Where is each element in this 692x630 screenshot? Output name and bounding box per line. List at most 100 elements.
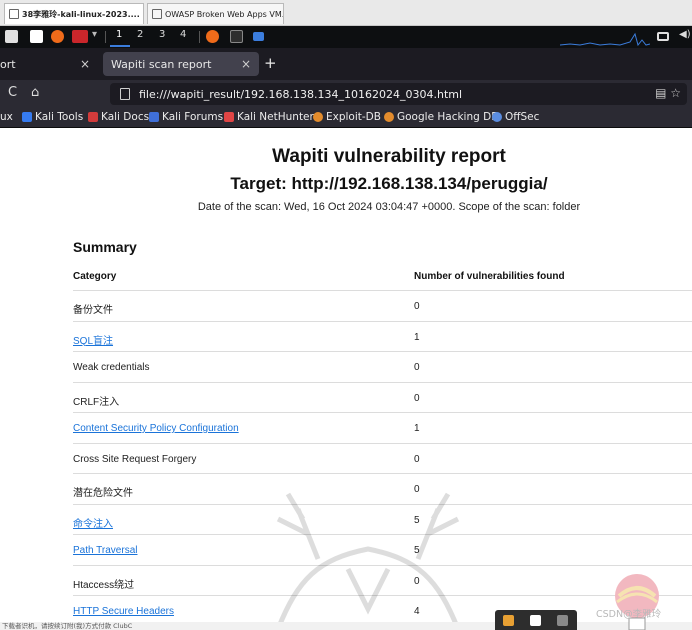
bookmark-kali-tools[interactable]: Kali Tools (22, 111, 83, 123)
count-cell: 0 (414, 362, 420, 373)
table-row: Cross Site Request Forgery 0 (73, 444, 692, 474)
tray-app-icon[interactable] (503, 615, 514, 626)
kali-icon (22, 112, 32, 122)
category-cell: CRLF注入 (73, 396, 120, 408)
category-cell: 潜在危险文件 (73, 488, 133, 499)
workspace-1[interactable]: 1 (116, 29, 122, 40)
host-tab-owasp[interactable]: OWASP Broken Web Apps VM... × (147, 3, 284, 24)
bookmark-offsec[interactable]: OffSec (492, 111, 539, 123)
files-icon[interactable] (5, 30, 18, 43)
kali-top-panel: ▾ 1 2 3 4 ◀) (0, 26, 692, 48)
close-tab-icon[interactable]: × (80, 57, 90, 71)
display-icon[interactable] (657, 32, 669, 41)
host-tab-title: 38李雅玲-kali-linux-2023.... (22, 9, 140, 19)
watermark-deer-logo (275, 492, 461, 630)
folder-icon[interactable] (253, 32, 264, 41)
cpu-graph-icon (559, 30, 651, 47)
bookmark-kali-nethunter[interactable]: Kali NetHunter (224, 111, 314, 123)
summary-table-header: Category Number of vulnerabilities found (73, 269, 692, 291)
report-title: Wapiti vulnerability report (272, 146, 506, 167)
workspace-2[interactable]: 2 (137, 29, 143, 40)
category-cell: Htaccess绕过 (73, 579, 135, 591)
bookmarks-toolbar: ux Kali Tools Kali Docs Kali Forums Kali… (0, 108, 692, 128)
kali-menu-icon[interactable] (72, 30, 88, 43)
text-editor-icon[interactable] (30, 30, 43, 43)
corner-watermark-text: CSDN@李雅玲 (596, 609, 662, 620)
host-tab-title: OWASP Broken Web Apps VM... (165, 9, 284, 19)
workspace-4[interactable]: 4 (180, 29, 186, 40)
speaker-icon[interactable]: ◀) (679, 29, 691, 40)
ghdb-icon (384, 112, 394, 122)
panel-separator (199, 31, 200, 43)
terminal-icon[interactable] (230, 30, 243, 43)
tab-title: ort (0, 57, 16, 71)
table-row: CRLF注入 0 (73, 383, 692, 413)
table-row: Weak credentials 0 (73, 352, 692, 383)
bookmark-exploit-db[interactable]: Exploit-DB (313, 111, 381, 123)
category-link[interactable]: 命令注入 (73, 515, 113, 530)
close-icon[interactable]: × (143, 10, 144, 19)
url-bar[interactable]: file:///wapiti_result/192.168.138.134_10… (110, 83, 687, 105)
column-header-count: Number of vulnerabilities found (414, 271, 565, 282)
table-row: Content Security Policy Configuration 1 (73, 413, 692, 444)
bookmark-label: Exploit-DB (326, 111, 381, 123)
active-workspace-indicator (110, 45, 130, 47)
navigation-bar: C ⌂ file:///wapiti_result/192.168.138.13… (0, 80, 692, 108)
panel-separator (105, 31, 106, 43)
bookmark-label: ux (0, 111, 13, 123)
tray-mute-icon[interactable] (557, 615, 568, 626)
bookmark-label: Kali Tools (35, 111, 84, 123)
tray-shield-icon[interactable] (530, 615, 541, 626)
host-tab-strip: 38李雅玲-kali-linux-2023.... × OWASP Broken… (0, 0, 692, 26)
bookmark-ghdb[interactable]: Google Hacking DB (384, 111, 498, 123)
category-cell: 备份文件 (73, 305, 113, 316)
forums-icon (149, 112, 159, 122)
host-tab-kali[interactable]: 38李雅玲-kali-linux-2023.... × (4, 3, 144, 24)
close-tab-icon[interactable]: × (241, 57, 251, 71)
offsec-icon (492, 112, 502, 122)
vm-icon (152, 9, 162, 19)
category-cell: Weak credentials (73, 362, 150, 373)
nethunter-icon (224, 112, 234, 122)
browser-tab-wapiti[interactable]: Wapiti scan report × (103, 52, 259, 76)
new-tab-button[interactable]: + (264, 54, 277, 72)
bookmark-label: Kali Docs (101, 111, 150, 123)
bookmark-kali-forums[interactable]: Kali Forums (149, 111, 223, 123)
scan-meta: Date of the scan: Wed, 16 Oct 2024 03:04… (197, 201, 581, 213)
bookmark-label: OffSec (505, 111, 540, 123)
category-cell: Cross Site Request Forgery (73, 453, 197, 465)
count-cell: 0 (414, 301, 420, 312)
browser-tab-previous[interactable]: ort × (0, 52, 98, 76)
category-link[interactable]: SQL盲注 (73, 332, 113, 347)
bookmark-label: Google Hacking DB (397, 111, 499, 123)
home-icon[interactable]: ⌂ (31, 85, 39, 100)
firefox-icon[interactable] (51, 30, 64, 43)
reload-icon[interactable]: C (8, 85, 17, 100)
summary-heading: Summary (73, 239, 137, 255)
workspace-3[interactable]: 3 (159, 29, 165, 40)
category-link[interactable]: Content Security Policy Configuration (73, 423, 239, 434)
status-strip: 下载者识机，请按续订附(我)方式付款 ClubC (0, 622, 692, 630)
firefox-task-icon[interactable] (206, 30, 219, 43)
chevron-down-icon[interactable]: ▾ (92, 29, 97, 40)
category-link[interactable]: Path Traversal (73, 545, 137, 556)
exploitdb-icon (313, 112, 323, 122)
bookmark-label: Kali Forums (162, 111, 224, 123)
browser-tab-bar: ort × Wapiti scan report × + (0, 48, 692, 80)
bookmark-linux[interactable]: ux (0, 111, 13, 123)
column-header-category: Category (73, 271, 117, 282)
table-row: 备份文件 0 (73, 291, 692, 322)
docs-icon (88, 112, 98, 122)
page-icon (120, 88, 130, 100)
count-cell: 1 (414, 423, 420, 434)
bookmark-kali-docs[interactable]: Kali Docs (88, 111, 149, 123)
bookmark-label: Kali NetHunter (237, 111, 314, 123)
count-cell: 1 (414, 331, 420, 343)
report-target: Target: http://192.168.138.134/peruggia/ (230, 174, 548, 193)
reader-and-bookmark-icons[interactable]: ▤ ☆ (655, 86, 681, 100)
url-text: file:///wapiti_result/192.168.138.134_10… (139, 87, 463, 101)
count-cell: 0 (414, 453, 420, 465)
vm-icon (9, 9, 19, 19)
category-link[interactable]: HTTP Secure Headers (73, 606, 174, 617)
report-page: Wapiti vulnerability report Target: http… (0, 129, 692, 630)
